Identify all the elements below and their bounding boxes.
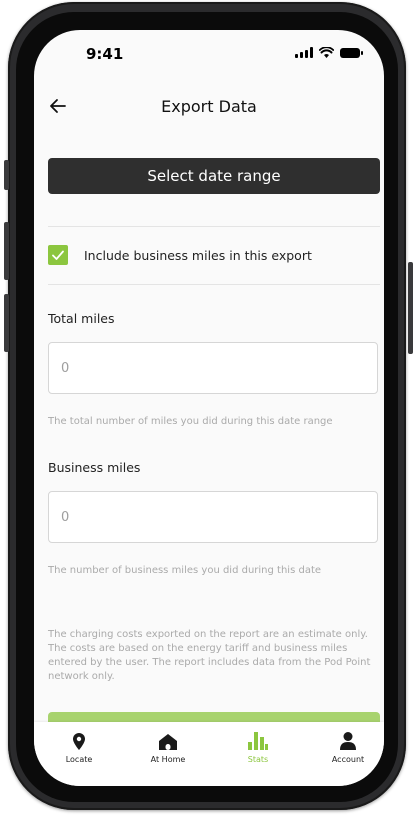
business-miles-checkbox-row: Include business miles in this export bbox=[48, 244, 312, 266]
tab-at-home[interactable]: At Home bbox=[133, 732, 203, 764]
power-button bbox=[408, 262, 413, 354]
tab-label: Account bbox=[331, 755, 365, 764]
tab-stats[interactable]: Stats bbox=[223, 732, 293, 764]
page-header: Export Data bbox=[34, 92, 384, 122]
cellular-signal-icon bbox=[295, 47, 313, 58]
divider bbox=[48, 226, 380, 227]
tab-label: At Home bbox=[150, 755, 186, 764]
business-miles-helper: The number of business miles you did dur… bbox=[48, 565, 322, 576]
select-date-range-button[interactable]: Select date range bbox=[48, 158, 380, 194]
bottom-tab-bar: Locate At Home Stats Account bbox=[34, 722, 384, 786]
status-icons bbox=[295, 47, 363, 58]
total-miles-label: Total miles bbox=[48, 311, 115, 326]
tab-account[interactable]: Account bbox=[313, 732, 383, 764]
tab-label: Stats bbox=[247, 755, 269, 764]
page-title: Export Data bbox=[161, 97, 257, 116]
person-icon bbox=[340, 732, 356, 750]
business-miles-checkbox-label: Include business miles in this export bbox=[84, 247, 312, 263]
volume-down-button bbox=[4, 294, 9, 352]
status-time: 9:41 bbox=[86, 45, 124, 63]
bar-chart-icon bbox=[248, 732, 268, 750]
app-screen: 9:41 Export Data Select date range Inclu bbox=[34, 30, 384, 786]
business-miles-label: Business miles bbox=[48, 460, 141, 475]
tab-locate[interactable]: Locate bbox=[44, 732, 114, 764]
status-bar: 9:41 bbox=[34, 30, 384, 78]
home-icon bbox=[159, 734, 177, 750]
wifi-icon bbox=[319, 47, 334, 58]
total-miles-helper: The total number of miles you did during… bbox=[48, 416, 333, 427]
volume-up-button bbox=[4, 222, 9, 280]
cost-disclaimer: The charging costs exported on the repor… bbox=[48, 629, 371, 682]
business-miles-input[interactable] bbox=[48, 491, 378, 543]
battery-icon bbox=[340, 47, 363, 58]
total-miles-input[interactable] bbox=[48, 342, 378, 394]
tab-label: Locate bbox=[65, 755, 93, 764]
mute-switch bbox=[4, 160, 9, 190]
divider bbox=[48, 284, 380, 285]
location-pin-icon bbox=[73, 733, 85, 750]
business-miles-checkbox[interactable] bbox=[48, 245, 68, 265]
checkmark-icon bbox=[52, 250, 64, 260]
